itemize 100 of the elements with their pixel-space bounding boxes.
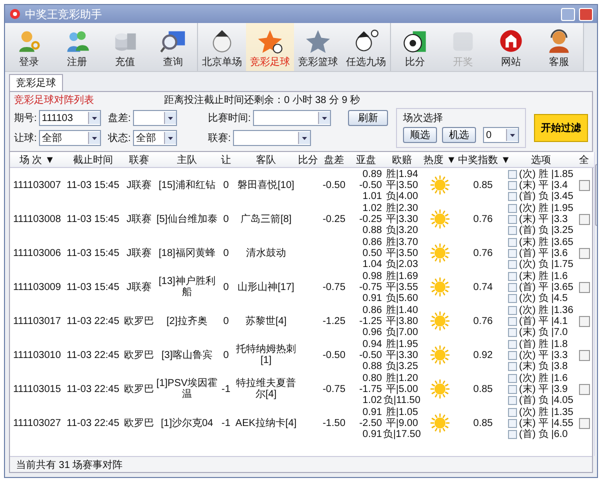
option-checkbox[interactable] bbox=[508, 374, 517, 382]
table-cell-text: J联赛 bbox=[126, 214, 152, 224]
table-cell-text: -1.25 bbox=[322, 316, 346, 326]
option-checkbox[interactable] bbox=[508, 340, 517, 348]
table-cell-text: 111103015 bbox=[12, 384, 62, 394]
table-cell-text: -0.50 bbox=[322, 350, 346, 360]
option-checkbox[interactable] bbox=[508, 180, 517, 190]
table-cell-text: 0.76 bbox=[472, 214, 494, 224]
tab[interactable]: 竞彩足球 bbox=[9, 74, 63, 91]
close-button[interactable] bbox=[579, 8, 593, 20]
combo-box[interactable]: 0 bbox=[483, 127, 519, 143]
option-checkbox[interactable] bbox=[508, 362, 517, 370]
table-cell: 0.89 bbox=[362, 168, 382, 180]
column-header[interactable]: 场 次 ▼ bbox=[10, 152, 64, 166]
option-checkbox[interactable] bbox=[508, 260, 517, 268]
window-title: 中奖王竞彩助手 bbox=[25, 8, 103, 22]
row-checkbox[interactable] bbox=[578, 418, 590, 428]
option-checkbox[interactable] bbox=[508, 384, 517, 394]
toolbar-button[interactable]: 任选九场 bbox=[342, 23, 390, 71]
table-cell: 0.91 bbox=[362, 428, 382, 440]
row-checkbox[interactable] bbox=[578, 282, 590, 292]
column-header[interactable]: 亚盘 bbox=[350, 152, 382, 166]
option-checkbox[interactable] bbox=[508, 316, 517, 326]
option-checkbox[interactable] bbox=[508, 214, 517, 224]
column-header[interactable]: 选项 bbox=[508, 152, 574, 166]
column-header[interactable]: 盘差 bbox=[318, 152, 350, 166]
column-header[interactable]: 比分 bbox=[298, 152, 318, 166]
table-cell-text: [3]喀山鲁宾 bbox=[160, 350, 214, 360]
sun-icon bbox=[430, 413, 450, 433]
option-checkbox[interactable] bbox=[508, 192, 517, 200]
option-checkbox[interactable] bbox=[508, 282, 517, 292]
sun-icon bbox=[430, 379, 450, 399]
row-checkbox[interactable] bbox=[578, 248, 590, 258]
toolbar-button[interactable]: 查询 bbox=[149, 23, 197, 71]
table-cell-text: -0.50 bbox=[322, 180, 346, 190]
column-header[interactable]: 欧赔 bbox=[382, 152, 422, 166]
column-header[interactable]: 客队 bbox=[234, 152, 298, 166]
option-checkbox[interactable] bbox=[508, 418, 517, 428]
option-text: (次) 胜 |1.6 bbox=[519, 372, 568, 384]
row-checkbox[interactable] bbox=[578, 180, 590, 190]
table-cell-text: 0 bbox=[222, 316, 230, 326]
option-checkbox[interactable] bbox=[508, 226, 517, 234]
toolbar-button[interactable]: 充值 bbox=[101, 23, 149, 71]
toolbar-button[interactable]: 登录 bbox=[5, 23, 53, 71]
combo-box[interactable]: 全部 bbox=[38, 130, 101, 146]
table-cell-text: 清水鼓动 bbox=[245, 248, 287, 258]
toolbar-button[interactable]: 竞彩篮球 bbox=[294, 23, 342, 71]
combo-box[interactable]: 全部 bbox=[132, 130, 177, 146]
toolbar-button[interactable]: 注册 bbox=[53, 23, 101, 71]
toolbar-button[interactable]: 比分 bbox=[391, 23, 439, 71]
option-checkbox[interactable] bbox=[508, 408, 517, 416]
option-checkbox[interactable] bbox=[508, 170, 517, 178]
option-text: (末) 胜 |1.6 bbox=[519, 270, 568, 282]
start-filter-button[interactable]: 开始过滤 bbox=[534, 114, 588, 142]
table-cell: 平|5.00 bbox=[386, 384, 418, 394]
combo-value: 0 bbox=[486, 130, 492, 140]
sun-icon bbox=[430, 277, 450, 297]
option-checkbox[interactable] bbox=[508, 430, 517, 438]
option-checkbox[interactable] bbox=[508, 248, 517, 258]
option-checkbox[interactable] bbox=[508, 238, 517, 246]
row-checkbox[interactable] bbox=[578, 316, 590, 326]
toolbar-button[interactable]: 客服 bbox=[535, 23, 583, 71]
column-header[interactable]: 让 bbox=[218, 152, 234, 166]
toolbar-button[interactable]: 竞彩足球 bbox=[246, 23, 294, 71]
option-checkbox[interactable] bbox=[508, 328, 517, 336]
column-header[interactable]: 联赛 bbox=[122, 152, 156, 166]
column-header[interactable]: 主队 bbox=[156, 152, 218, 166]
option-checkbox[interactable] bbox=[508, 294, 517, 302]
pick-button[interactable]: 顺选 bbox=[403, 127, 437, 143]
table-cell-text: J联赛 bbox=[126, 282, 152, 292]
option-checkbox[interactable] bbox=[508, 396, 517, 404]
row-checkbox[interactable] bbox=[578, 384, 590, 394]
toolbar-button[interactable]: 网站 bbox=[487, 23, 535, 71]
combo-box[interactable]: 111103 bbox=[38, 110, 101, 126]
table-cell-text: 0 bbox=[222, 180, 230, 190]
option-checkbox[interactable] bbox=[508, 204, 517, 212]
column-header[interactable]: 热度 ▼ bbox=[422, 152, 458, 166]
option-checkbox[interactable] bbox=[508, 272, 517, 280]
column-header[interactable]: 截止时间 bbox=[64, 152, 122, 166]
row-checkbox[interactable] bbox=[578, 214, 590, 224]
table-cell-text: J联赛 bbox=[126, 248, 152, 258]
table-cell: 负|4.00 bbox=[386, 190, 418, 202]
option-checkbox[interactable] bbox=[508, 306, 517, 314]
column-header[interactable]: 中奖指数 ▼ bbox=[458, 152, 508, 166]
filter-label: 期号: bbox=[14, 112, 37, 125]
refresh-button[interactable]: 刷新 bbox=[348, 110, 388, 126]
column-header[interactable]: 全 bbox=[574, 152, 594, 166]
table-cell: 0.91 bbox=[362, 292, 382, 304]
table-cell-text: 特拉维夫夏普尔[4] bbox=[235, 378, 297, 400]
sun-icon bbox=[430, 243, 450, 263]
minimize-button[interactable] bbox=[561, 8, 575, 20]
table-cell-text: 欧罗巴 bbox=[123, 418, 155, 428]
table-cell-text: 111103009 bbox=[12, 282, 62, 292]
table-cell: 负|3.25 bbox=[386, 360, 418, 372]
option-checkbox[interactable] bbox=[508, 350, 517, 360]
pick-button[interactable]: 机选 bbox=[442, 127, 476, 143]
row-checkbox[interactable] bbox=[578, 350, 590, 360]
toolbar-button[interactable]: 北京单场 bbox=[198, 23, 246, 71]
combo-value: 111103 bbox=[42, 112, 73, 124]
table-cell: 1.04 bbox=[362, 258, 382, 270]
